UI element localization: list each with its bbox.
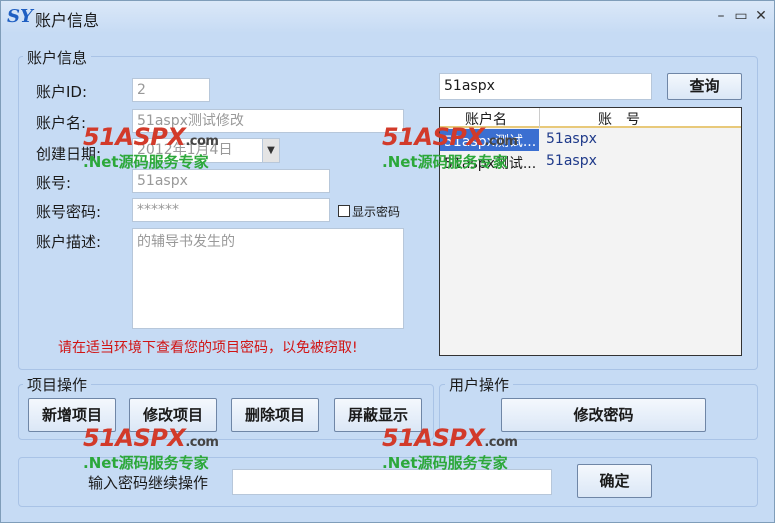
- query-button[interactable]: 查询: [667, 73, 742, 100]
- confirm-password-input[interactable]: [232, 469, 552, 495]
- account-name-field[interactable]: 51aspx测试修改: [132, 109, 404, 133]
- table-cell-account-number[interactable]: 51aspx: [546, 153, 597, 169]
- account-id-field[interactable]: 2: [132, 78, 210, 102]
- table-row[interactable]: 51aspx测试... 51aspx: [440, 129, 741, 151]
- main-window: SY 账户信息 – ▭ ✕ 账户信息 账户ID: 2 账户名: 51aspx测试…: [0, 0, 775, 523]
- created-date-picker[interactable]: 2012年1月4日 ▼: [132, 138, 280, 163]
- accounts-grid[interactable]: 账户名 账 号 51aspx测试... 51aspx 51aspx测试... 5…: [439, 107, 742, 356]
- account-info-group-title: 账户信息: [23, 47, 92, 68]
- created-date-label: 创建日期:: [36, 145, 102, 163]
- created-date-value: 2012年1月4日: [137, 142, 233, 158]
- hide-display-button[interactable]: 屏蔽显示: [334, 398, 422, 432]
- grid-header-account-name[interactable]: 账户名: [465, 109, 507, 129]
- user-ops-group-title: 用户操作: [445, 374, 514, 395]
- title-bar: SY 账户信息 – ▭ ✕: [1, 1, 774, 33]
- show-password-label: 显示密码: [352, 205, 401, 219]
- account-password-label: 账号密码:: [36, 203, 102, 221]
- security-warning-text: 请在适当环境下查看您的项目密码，以免被窃取!: [58, 340, 358, 356]
- window-title: 账户信息: [35, 11, 100, 30]
- maximize-icon[interactable]: ▭: [733, 7, 749, 25]
- table-cell-account-number[interactable]: 51aspx: [546, 131, 597, 147]
- confirm-password-label: 输入密码继续操作: [88, 474, 209, 492]
- account-number-field[interactable]: 51aspx: [132, 169, 330, 193]
- account-desc-label: 账户描述:: [36, 233, 102, 251]
- show-password-checkbox[interactable]: [338, 205, 350, 217]
- grid-header-account-number[interactable]: 账 号: [598, 109, 640, 129]
- close-icon[interactable]: ✕: [753, 7, 769, 25]
- account-name-label: 账户名:: [36, 114, 87, 132]
- confirm-button[interactable]: 确定: [577, 464, 652, 498]
- account-desc-textarea[interactable]: 的辅导书发生的: [132, 228, 404, 329]
- table-cell-account-name[interactable]: 51aspx测试...: [444, 153, 539, 173]
- edit-project-button[interactable]: 修改项目: [129, 398, 217, 432]
- search-input[interactable]: 51aspx: [439, 73, 652, 100]
- account-password-field[interactable]: ******: [132, 198, 330, 222]
- delete-project-button[interactable]: 删除项目: [231, 398, 319, 432]
- grid-header: 账户名 账 号: [440, 108, 741, 128]
- account-id-label: 账户ID:: [36, 83, 88, 101]
- change-password-button[interactable]: 修改密码: [501, 398, 706, 432]
- table-cell-account-name[interactable]: 51aspx测试...: [440, 129, 539, 151]
- app-logo-icon: SY: [7, 6, 33, 27]
- table-row[interactable]: 51aspx测试... 51aspx: [440, 151, 741, 173]
- grid-header-divider: [539, 108, 540, 128]
- project-ops-group-title: 项目操作: [23, 374, 92, 395]
- chevron-down-icon[interactable]: ▼: [262, 139, 279, 162]
- add-project-button[interactable]: 新增项目: [28, 398, 116, 432]
- account-number-label: 账号:: [36, 174, 72, 192]
- minimize-icon[interactable]: –: [713, 7, 729, 25]
